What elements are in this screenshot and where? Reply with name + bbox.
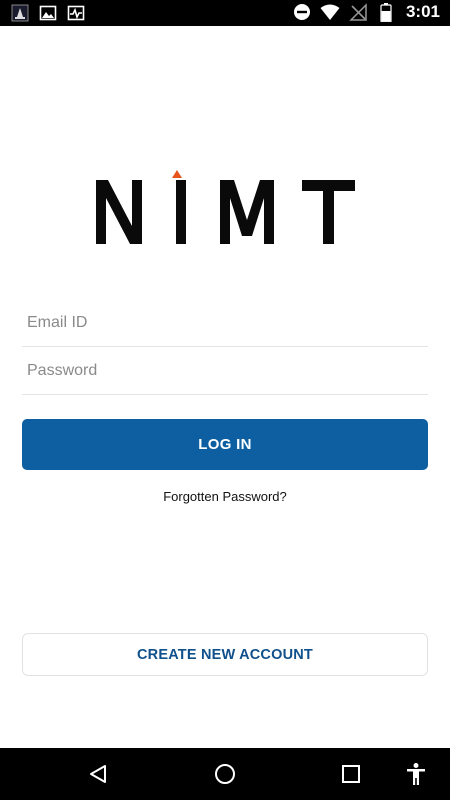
image-icon — [38, 3, 58, 23]
nimt-logo — [90, 168, 360, 253]
home-icon[interactable] — [211, 760, 239, 788]
login-button[interactable]: LOG IN — [22, 419, 428, 470]
back-icon[interactable] — [84, 760, 112, 788]
create-account-button[interactable]: CREATE NEW ACCOUNT — [22, 633, 428, 676]
email-input[interactable] — [22, 300, 428, 346]
battery-icon — [376, 2, 396, 22]
status-bar-right: 3:01 — [292, 2, 440, 22]
clock: 3:01 — [405, 2, 440, 21]
status-bar-left — [10, 3, 86, 23]
email-field[interactable] — [22, 300, 428, 347]
do-not-disturb-icon — [292, 2, 312, 22]
accessibility-icon[interactable] — [402, 760, 430, 788]
forgot-password-link[interactable]: Forgotten Password? — [0, 489, 450, 504]
password-field[interactable] — [22, 348, 428, 395]
app-notification-icon — [10, 3, 30, 23]
navigation-bar — [0, 748, 450, 800]
login-button-label: LOG IN — [198, 436, 252, 453]
recent-apps-icon[interactable] — [337, 760, 365, 788]
status-bar: 3:01 — [0, 0, 450, 26]
password-input[interactable] — [22, 348, 428, 394]
wifi-icon — [320, 2, 340, 22]
activity-icon — [66, 3, 86, 23]
logo-accent — [172, 170, 182, 178]
no-signal-icon — [348, 2, 368, 22]
create-account-button-label: CREATE NEW ACCOUNT — [137, 646, 313, 663]
